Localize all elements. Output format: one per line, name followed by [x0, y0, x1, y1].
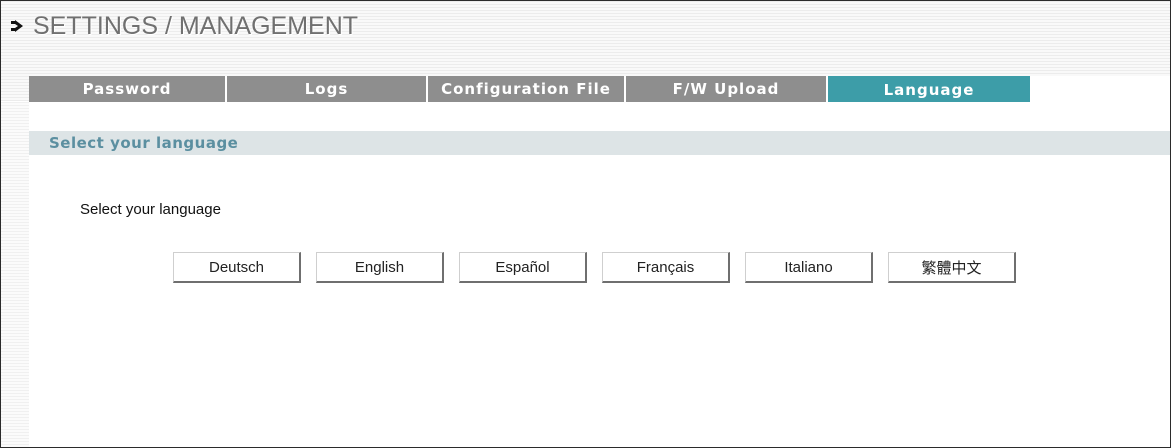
left-rail	[1, 102, 29, 447]
language-button-group: Deutsch English Español Français Italian…	[173, 252, 1031, 283]
title-row: SETTINGS / MANAGEMENT	[9, 9, 358, 43]
language-button-francais[interactable]: Français	[602, 252, 730, 283]
content-area: Select your language Select your languag…	[1, 102, 1170, 447]
language-button-espanol[interactable]: Español	[459, 252, 587, 283]
language-button-deutsch[interactable]: Deutsch	[173, 252, 301, 283]
arrow-bullet-icon	[9, 16, 27, 36]
language-button-english[interactable]: English	[316, 252, 444, 283]
tab-bar-spacer	[1030, 76, 1170, 102]
language-button-traditional-chinese[interactable]: 繁體中文	[888, 252, 1016, 283]
language-button-italiano[interactable]: Italiano	[745, 252, 873, 283]
tab-language[interactable]: Language	[828, 76, 1030, 103]
page-title: SETTINGS / MANAGEMENT	[33, 11, 359, 40]
select-language-label: Select your language	[80, 201, 221, 218]
tab-bar: Password Logs Configuration File F/W Upl…	[29, 76, 1170, 103]
section-title: Select your language	[49, 134, 239, 152]
tab-configuration-file[interactable]: Configuration File	[428, 76, 626, 102]
tab-logs[interactable]: Logs	[227, 76, 428, 102]
tab-password[interactable]: Password	[29, 76, 227, 102]
section-header: Select your language	[29, 131, 1170, 155]
tab-fw-upload[interactable]: F/W Upload	[626, 76, 828, 102]
settings-panel: SETTINGS / MANAGEMENT Password Logs Conf…	[0, 0, 1171, 448]
